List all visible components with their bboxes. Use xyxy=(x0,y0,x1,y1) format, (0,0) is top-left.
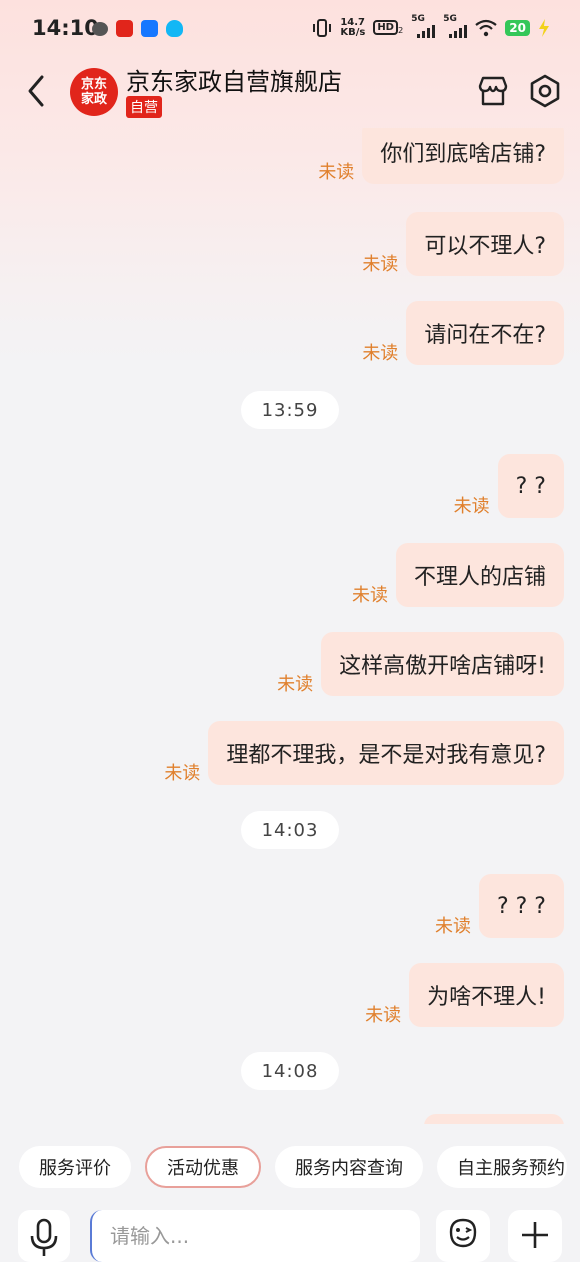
message-row: 未读 这样高傲开啥店铺呀! xyxy=(277,632,564,696)
unread-status: 未读 xyxy=(362,343,399,364)
quick-action-promotions[interactable]: 活动优惠 xyxy=(145,1146,261,1188)
timestamp-divider: 14:03 xyxy=(241,811,339,849)
message-row: 未读 ? ? xyxy=(454,454,564,518)
unread-status: 未读 xyxy=(365,1005,402,1026)
message-bubble[interactable]: 理都不理我，是不是对我有意见? xyxy=(208,721,564,785)
signal-label-1: 5G xyxy=(411,14,425,24)
plus-icon xyxy=(522,1222,548,1248)
network-speed: 14.7 KB/s xyxy=(340,18,365,38)
hd-sub: 2 xyxy=(397,24,404,35)
emoji-button[interactable] xyxy=(436,1210,490,1262)
quick-action-self-booking[interactable]: 自主服务预约 xyxy=(437,1146,567,1188)
unread-status: 未读 xyxy=(351,585,388,606)
quick-action-service-review[interactable]: 服务评价 xyxy=(19,1146,131,1188)
vibrate-icon xyxy=(313,19,332,37)
message-row: 未读 可以不理人? xyxy=(362,212,564,276)
status-indicators: 14.7 KB/s HD 2 5G 5G 20 xyxy=(312,14,550,38)
message-bubble[interactable]: 你们到底啥店铺? xyxy=(362,128,564,184)
signal-5g-1: 5G xyxy=(411,14,436,38)
shop-name[interactable]: 京东家政自营旗舰店 xyxy=(126,62,342,97)
shop-avatar[interactable]: 京东 家政 xyxy=(70,68,118,116)
unread-status: 未读 xyxy=(318,162,355,183)
timestamp-divider: 14:08 xyxy=(241,1052,339,1090)
more-button[interactable] xyxy=(508,1210,562,1262)
partial-message-bubble[interactable] xyxy=(424,1114,564,1124)
message-row: 未读 ? ? ? xyxy=(435,874,564,938)
hd-label: HD xyxy=(373,19,398,35)
unread-status: 未读 xyxy=(453,496,490,517)
hd-indicator: HD 2 xyxy=(373,19,404,35)
message-bubble[interactable]: 不理人的店铺 xyxy=(395,543,564,607)
unread-status: 未读 xyxy=(362,254,399,275)
message-row: 未读 为啥不理人! xyxy=(365,963,564,1027)
qq-icon xyxy=(166,20,183,37)
message-bubble[interactable]: 请问在不在? xyxy=(406,301,564,365)
message-list[interactable]: 未读 你们到底啥店铺? 未读 可以不理人? 未读 请问在不在? 13:59 未读… xyxy=(0,128,580,1124)
unread-status: 未读 xyxy=(164,763,201,784)
alipay-icon xyxy=(141,20,158,37)
network-speed-unit: KB/s xyxy=(340,27,366,38)
message-row: 未读 你们到底啥店铺? xyxy=(318,128,564,184)
avatar-text-line2: 家政 xyxy=(80,92,107,107)
redpacket-icon xyxy=(116,20,133,37)
microphone-icon xyxy=(30,1218,58,1256)
status-time: 14:10 xyxy=(32,16,99,40)
input-bar xyxy=(0,1206,580,1262)
chat-header: 京东 家政 京东家政自营旗舰店 自营 xyxy=(0,60,580,128)
message-input[interactable] xyxy=(90,1210,420,1262)
status-app-icons xyxy=(92,20,183,37)
quick-action-bar: 服务评价 活动优惠 服务内容查询 自主服务预约 xyxy=(0,1146,580,1196)
signal-label-2: 5G xyxy=(443,14,457,24)
message-bubble[interactable]: ? ? xyxy=(497,454,564,518)
message-bubble[interactable]: 为啥不理人! xyxy=(409,963,564,1027)
message-bubble[interactable]: ? ? ? xyxy=(478,874,564,938)
message-row: 未读 请问在不在? xyxy=(362,301,564,365)
back-arrow-icon[interactable] xyxy=(26,74,46,108)
self-operated-badge: 自营 xyxy=(126,96,162,118)
wechat-icon xyxy=(92,22,108,36)
settings-icon[interactable] xyxy=(527,73,563,109)
timestamp-divider: 13:59 xyxy=(241,391,339,429)
avatar-text-line1: 京东 xyxy=(80,77,107,92)
unread-status: 未读 xyxy=(277,674,314,695)
wifi-icon xyxy=(475,19,497,37)
emoji-icon xyxy=(449,1218,477,1248)
voice-button[interactable] xyxy=(18,1210,70,1262)
quick-action-service-query[interactable]: 服务内容查询 xyxy=(275,1146,423,1188)
signal-bars-icon xyxy=(449,25,468,38)
signal-bars-icon xyxy=(417,25,436,38)
message-row: 未读 不理人的店铺 xyxy=(352,543,564,607)
message-bubble[interactable]: 可以不理人? xyxy=(406,212,564,276)
unread-status: 未读 xyxy=(434,916,471,937)
message-bubble[interactable]: 这样高傲开啥店铺呀! xyxy=(321,632,564,696)
store-icon[interactable] xyxy=(476,74,510,108)
status-bar: 14:10 14.7 KB/s HD 2 5G 5G 20 xyxy=(0,0,580,60)
charging-icon xyxy=(539,19,549,37)
message-row: 未读 理都不理我，是不是对我有意见? xyxy=(164,721,564,785)
signal-5g-2: 5G xyxy=(443,14,468,38)
battery-level: 20 xyxy=(505,20,530,36)
